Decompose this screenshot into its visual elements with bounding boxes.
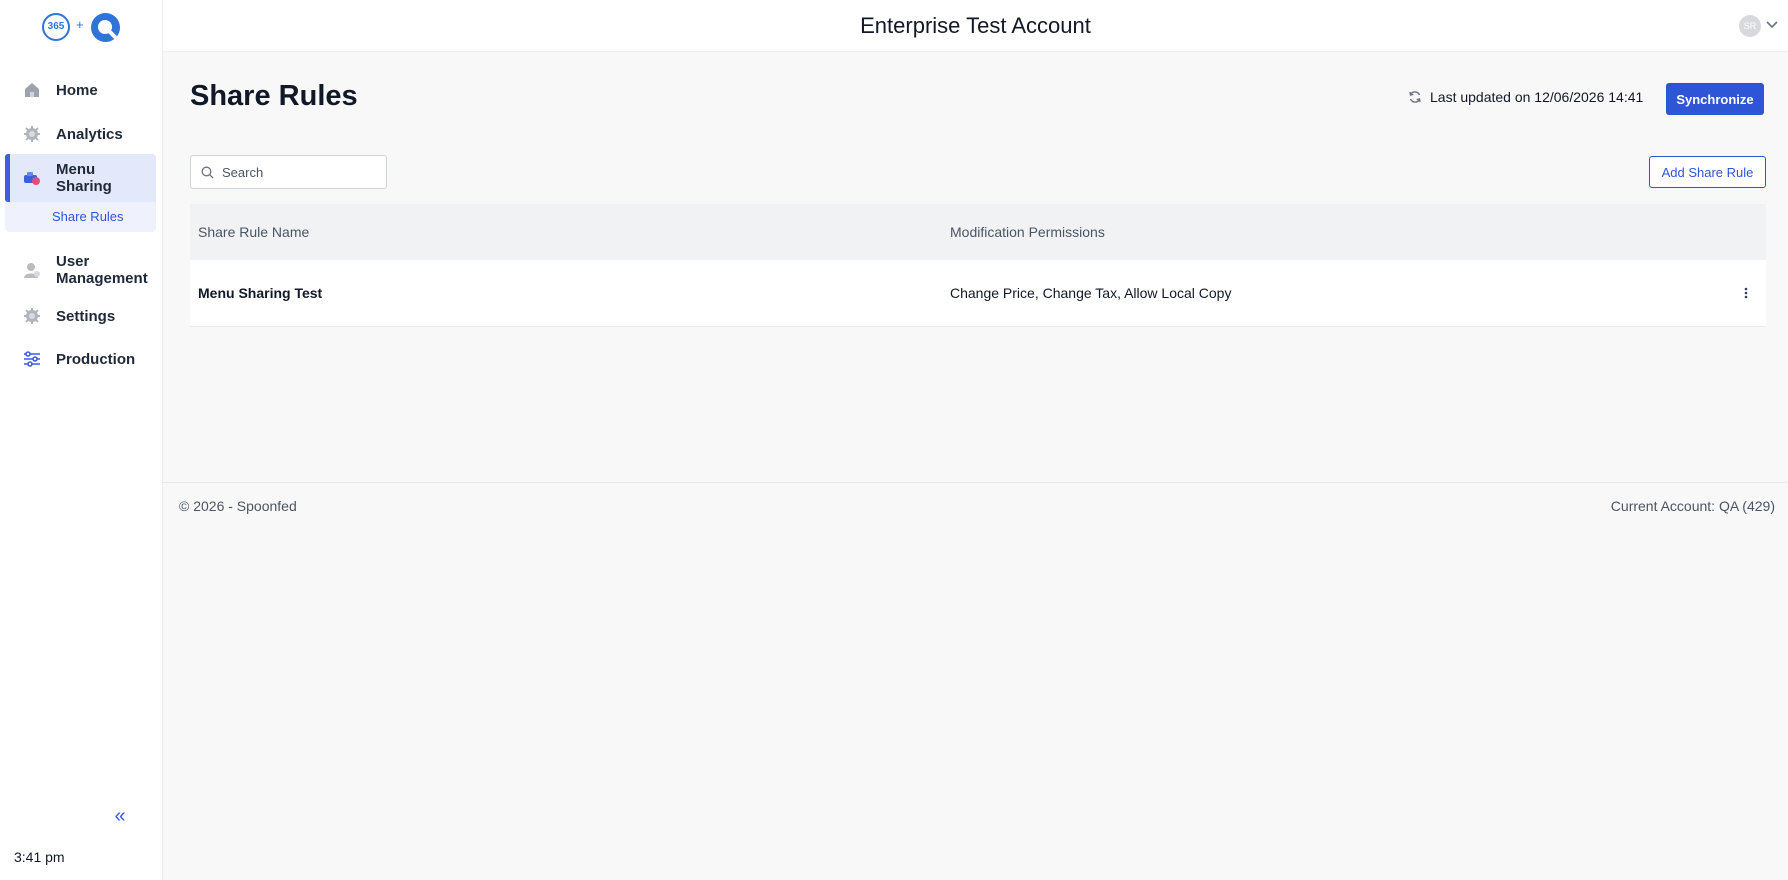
chevron-down-icon[interactable] [1765,17,1779,31]
sidebar-item-label: User Management [56,253,148,287]
sidebar-item-settings[interactable]: Settings [5,300,156,332]
account-title: Enterprise Test Account [860,13,1091,38]
sidebar-item-analytics[interactable]: Analytics [5,114,156,154]
last-updated: Last updated on 12/06/2026 14:41 [1408,89,1643,105]
sidebar-item-label: Settings [56,307,116,325]
logo-plus: + [76,17,84,32]
row-menu-icon[interactable] [1726,287,1766,299]
synchronize-button[interactable]: Synchronize [1666,83,1764,115]
top-bar: Enterprise Test Account SR [163,0,1788,52]
sidebar-item-label: Analytics [56,125,123,143]
column-header-modification-permissions[interactable]: Modification Permissions [950,224,1766,240]
gear-icon [24,308,40,324]
refresh-icon [1409,91,1421,103]
footer: © 2026 - Spoonfed Current Account: QA (4… [163,482,1788,527]
sidebar-item-production[interactable]: Production [5,332,156,386]
search-box[interactable] [190,155,387,189]
last-updated-text: Last updated on 12/06/2026 14:41 [1430,89,1644,105]
add-share-rule-button[interactable]: Add Share Rule [1649,156,1766,188]
main-content: Share Rules Last updated on 12/06/2026 1… [163,52,1788,482]
avatar[interactable]: SR [1739,15,1761,37]
share-rule-name[interactable]: Menu Sharing Test [190,285,950,301]
sliders-icon [24,351,40,367]
home-icon [25,83,39,97]
table-row[interactable]: Menu Sharing Test Change Price, Change T… [190,260,1766,327]
sidebar-subitem-share-rules[interactable]: Share Rules [5,202,156,232]
menu-sharing-icon [24,172,40,185]
column-header-share-rule-name[interactable]: Share Rule Name [190,224,950,240]
analytics-gear-icon [24,126,40,142]
search-input[interactable] [220,163,384,181]
sidebar-item-label: Production [56,350,136,368]
share-rules-table: Share Rule Name Modification Permissions… [190,204,1766,327]
sidebar-item-menu-sharing[interactable]: Menu Sharing [5,154,156,202]
logo[interactable]: 365 + [0,0,163,52]
clock: 3:41 pm [14,849,65,865]
copyright: © 2026 - Spoonfed [179,498,297,514]
collapse-sidebar-icon[interactable]: « [110,806,130,826]
sidebar-item-label: Menu Sharing [56,161,112,195]
search-icon [201,166,214,178]
modification-permissions: Change Price, Change Tax, Allow Local Co… [950,285,1232,301]
sidebar-item-home[interactable]: Home [5,66,156,114]
sidebar-item-user-management[interactable]: User Management [5,240,156,300]
logo-365-icon: 365 [42,13,70,41]
sidebar-nav: Home Analytics Menu Sharing Share Rules [0,66,163,386]
table-header: Share Rule Name Modification Permissions [190,204,1766,260]
spoonfed-logo-icon [91,13,120,42]
page-title: Share Rules [190,80,358,112]
sidebar: 365 + Home Analytics Menu Sharing Share … [0,0,163,880]
current-account: Current Account: QA (429) [1610,498,1775,514]
sidebar-item-label: Home [56,81,98,99]
user-icon [24,263,40,278]
